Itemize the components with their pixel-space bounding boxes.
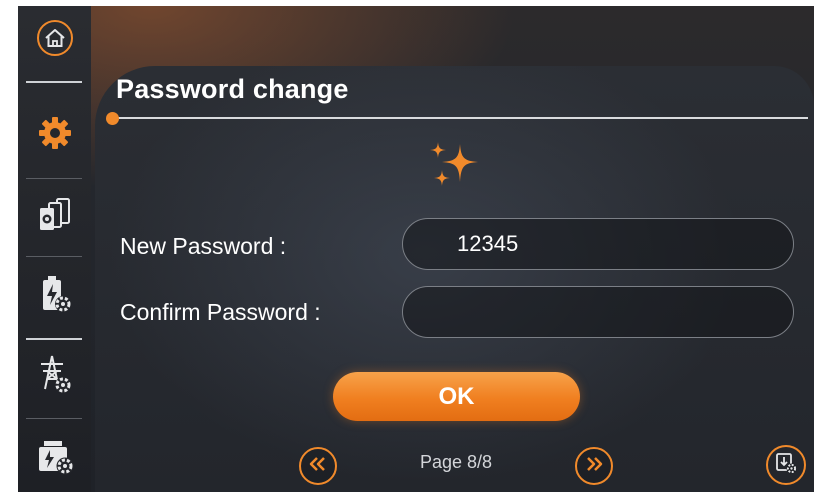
next-page-button[interactable]	[575, 447, 613, 485]
sidebar-item-grid[interactable]	[18, 344, 91, 408]
title-underline	[108, 117, 808, 119]
sidebar-item-settings[interactable]	[18, 103, 91, 167]
new-password-field[interactable]: 12345	[402, 218, 794, 270]
page-title: Password change	[116, 74, 349, 104]
previous-page-button[interactable]	[299, 447, 337, 485]
home-icon	[35, 18, 75, 63]
download-gear-icon	[774, 451, 798, 480]
sidebar-item-generator[interactable]	[18, 426, 91, 490]
export-settings-button[interactable]	[766, 445, 806, 485]
sidebar	[18, 6, 91, 492]
battery-gear-icon	[35, 273, 75, 320]
sidebar-item-home[interactable]	[18, 10, 91, 70]
sidebar-item-battery[interactable]	[18, 264, 91, 328]
sidebar-item-devices[interactable]	[18, 184, 91, 248]
gear-icon	[36, 114, 74, 157]
title-accent-dot	[106, 112, 119, 125]
sparkle-icon	[426, 140, 490, 201]
new-password-label: New Password :	[120, 233, 287, 259]
ok-button[interactable]: OK	[333, 372, 580, 421]
double-chevron-left-icon	[308, 456, 328, 476]
power-tower-gear-icon	[35, 353, 75, 400]
content-panel	[95, 66, 814, 492]
generator-gear-icon	[34, 436, 76, 481]
double-chevron-right-icon	[584, 456, 604, 476]
page-indicator: Page 8/8	[419, 452, 493, 472]
device-stack-gear-icon	[35, 194, 75, 239]
confirm-password-field[interactable]	[402, 286, 794, 338]
confirm-password-label: Confirm Password :	[120, 299, 321, 325]
